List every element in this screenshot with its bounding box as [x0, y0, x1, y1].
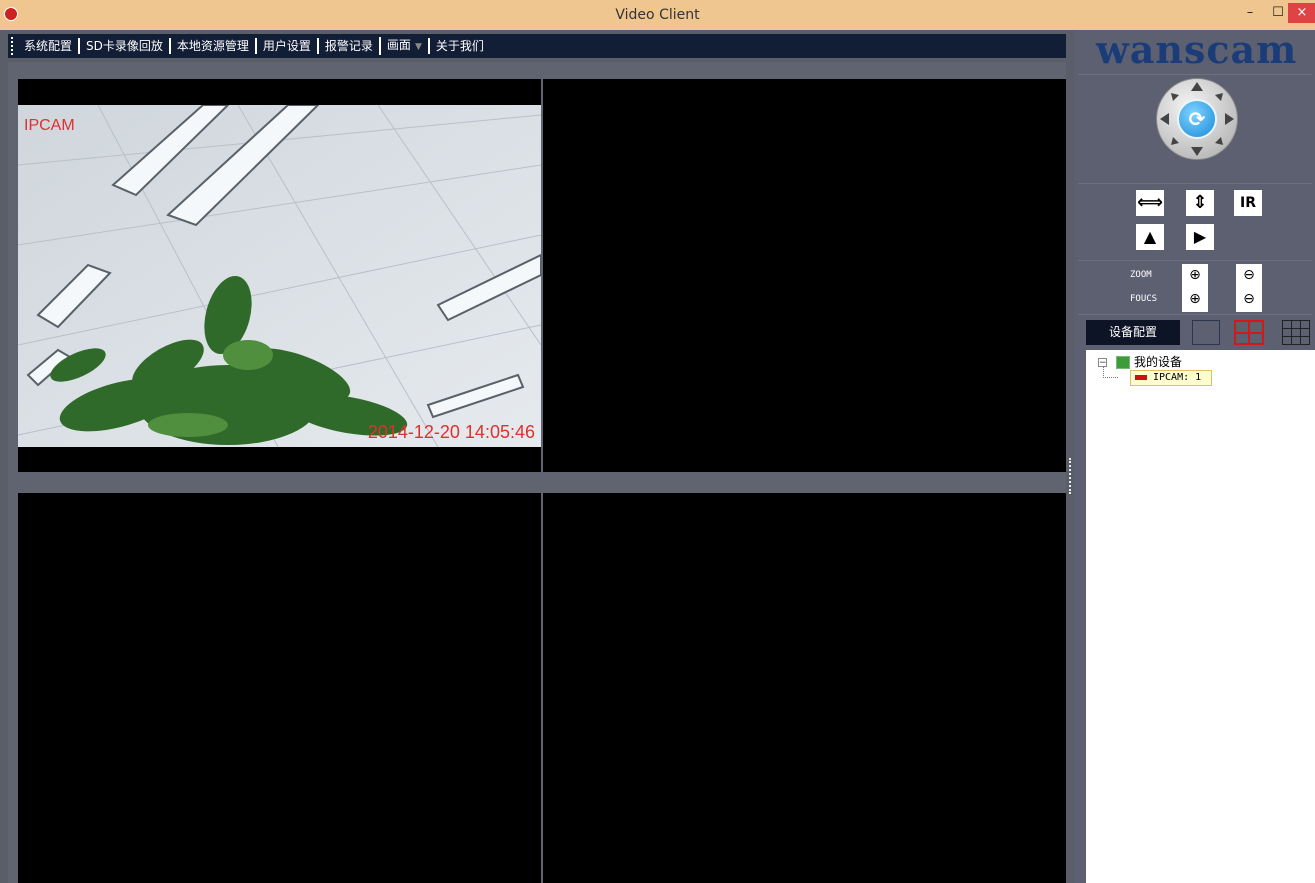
video-cell-3[interactable] — [18, 493, 541, 883]
close-button[interactable]: × — [1288, 3, 1315, 23]
control-panel: wanscam ⟳ ⟺ ⇕ IR ▲ ▶ ZOOM ⊕ ⊖ FOUCS ⊕ ⊖ … — [1074, 30, 1315, 883]
collapse-icon[interactable]: − — [1098, 358, 1107, 368]
flip-vertical-button[interactable]: ⇕ — [1186, 190, 1214, 216]
menu-bar: 系统配置 SD卡录像回放 本地资源管理 用户设置 报警记录 画面 ▼ 关于我们 — [8, 34, 1066, 58]
zoom-out-button[interactable]: ⊖ — [1236, 264, 1262, 288]
focus-out-button[interactable]: ⊖ — [1236, 288, 1262, 312]
menu-about[interactable]: 关于我们 — [427, 38, 490, 54]
menu-sd-playback[interactable]: SD卡录像回放 — [78, 38, 169, 54]
tree-connector — [1103, 367, 1118, 378]
menu-screen-layout[interactable]: 画面 ▼ — [378, 37, 428, 55]
divider — [1078, 314, 1312, 315]
camera-timestamp-overlay: 2014-12-20 14:05:46 — [367, 422, 535, 442]
camera-name-overlay: IPCAM — [24, 117, 75, 134]
ptz-direction-pad[interactable]: ⟳ — [1156, 78, 1238, 160]
brand-logo: wanscam — [1096, 27, 1298, 72]
device-config-button[interactable]: 设备配置 — [1086, 320, 1180, 345]
device-tree: − 我的设备 IPCAM: 1 — [1086, 350, 1315, 883]
camera-icon — [1135, 375, 1147, 380]
camera-feed: IPCAM 2014-12-20 14:05:46 — [18, 105, 541, 447]
device-group-icon — [1116, 356, 1130, 369]
zoom-in-button[interactable]: ⊕ — [1182, 264, 1208, 288]
menu-alarm-records[interactable]: 报警记录 — [316, 38, 379, 54]
camera-image — [18, 105, 541, 447]
zoom-label: ZOOM — [1130, 270, 1152, 280]
layout-1-icon[interactable] — [1192, 320, 1220, 345]
chevron-down-icon: ▼ — [414, 42, 422, 52]
mirror-button[interactable]: ▲ — [1136, 224, 1164, 250]
toolbar-grip[interactable] — [11, 37, 16, 55]
tree-root-label[interactable]: 我的设备 — [1134, 353, 1182, 370]
minimize-button[interactable]: – — [1236, 3, 1264, 23]
divider — [1078, 260, 1312, 261]
panel-splitter[interactable] — [1068, 440, 1072, 510]
ir-button[interactable]: IR — [1234, 190, 1262, 216]
play-button[interactable]: ▶ — [1186, 224, 1214, 250]
divider — [1078, 183, 1312, 184]
focus-in-button[interactable]: ⊕ — [1182, 288, 1208, 312]
video-cell-1[interactable]: IPCAM 2014-12-20 14:05:46 — [18, 79, 541, 472]
splitter-grip — [1069, 458, 1073, 494]
divider — [1078, 74, 1312, 75]
menu-screen-layout-label: 画面 — [386, 38, 411, 52]
layout-4-icon[interactable] — [1234, 320, 1264, 345]
menu-local-resources[interactable]: 本地资源管理 — [168, 38, 255, 54]
title-bar: Video Client – ☐ × — [0, 0, 1315, 30]
layout-9-icon[interactable] — [1282, 320, 1310, 345]
tree-item-ipcam[interactable]: IPCAM: 1 — [1130, 370, 1212, 386]
video-grid: IPCAM 2014-12-20 14:05:46 — [8, 62, 1066, 883]
flip-horizontal-button[interactable]: ⟺ — [1136, 190, 1164, 216]
focus-label: FOUCS — [1130, 294, 1158, 304]
menu-user-settings[interactable]: 用户设置 — [254, 38, 317, 54]
video-cell-2[interactable] — [543, 79, 1066, 472]
tree-item-label: IPCAM: 1 — [1153, 372, 1202, 383]
window-title: Video Client — [615, 7, 700, 23]
video-cell-4[interactable] — [543, 493, 1066, 883]
menu-system-config[interactable]: 系统配置 — [18, 38, 78, 54]
refresh-icon[interactable]: ⟳ — [1177, 99, 1217, 139]
